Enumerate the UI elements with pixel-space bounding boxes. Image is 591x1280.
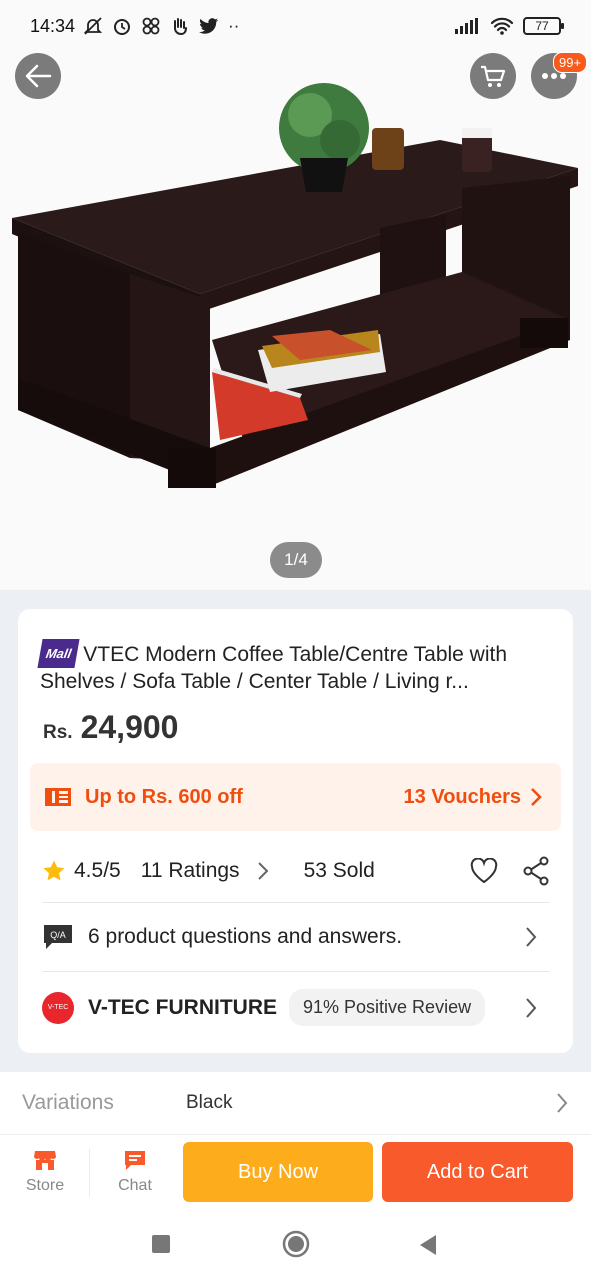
- mall-tag: Mall: [37, 639, 80, 668]
- image-page-indicator: 1/4: [270, 542, 322, 578]
- chevron-right-icon: [531, 788, 542, 806]
- back-button[interactable]: [15, 53, 61, 99]
- signal-icon: [455, 18, 478, 34]
- voucher-offer-text: Up to Rs. 600 off: [85, 785, 243, 808]
- product-image-gallery[interactable]: 99+ 1/4: [0, 0, 591, 590]
- positive-review-badge: 91% Positive Review: [289, 989, 486, 1026]
- mute-notification-icon: [83, 17, 103, 35]
- home-icon[interactable]: [282, 1230, 310, 1258]
- voucher-bar[interactable]: Up to Rs. 600 off 13 Vouchers: [30, 763, 561, 831]
- chevron-right-icon: [526, 926, 537, 947]
- chevron-right-icon: [557, 1093, 568, 1113]
- variations-value: Black: [186, 1092, 233, 1113]
- chat-icon: [125, 1151, 145, 1170]
- status-time: 14:34: [30, 15, 76, 36]
- qa-text: 6 product questions and answers.: [88, 924, 403, 948]
- product-title-text: VTEC Modern Coffee Table/Centre Table wi…: [40, 643, 508, 693]
- chevron-right-icon: [526, 997, 537, 1018]
- back-arrow-icon: [25, 64, 52, 88]
- price-currency: Rs.: [43, 722, 73, 743]
- voucher-icon: [45, 788, 71, 806]
- system-navigation-bar: [0, 1212, 591, 1280]
- ratings-count[interactable]: 11 Ratings: [141, 859, 240, 883]
- variations-row[interactable]: Variations Black: [0, 1072, 591, 1134]
- rating-row[interactable]: 4.5/5 11 Ratings 53 Sold: [42, 841, 550, 901]
- battery-icon: 77: [523, 17, 564, 35]
- product-price: Rs. 24,900: [43, 709, 178, 746]
- cart-button[interactable]: [470, 53, 516, 99]
- more-icon: [542, 73, 566, 79]
- qa-row[interactable]: Q/A 6 product questions and answers.: [42, 902, 550, 970]
- cart-icon: [481, 65, 506, 87]
- vouchers-link[interactable]: 13 Vouchers: [404, 786, 521, 809]
- store-icon: [34, 1151, 56, 1170]
- divider: [89, 1149, 90, 1197]
- product-title[interactable]: Mall VTEC Modern Coffee Table/Centre Tabl…: [37, 639, 555, 695]
- star-icon: [43, 860, 65, 881]
- qa-icon: Q/A: [44, 924, 72, 949]
- app-grid-icon: [142, 17, 160, 35]
- recent-apps-icon[interactable]: [151, 1234, 171, 1254]
- alarm-icon: [114, 19, 131, 35]
- store-tab[interactable]: Store: [10, 1149, 80, 1195]
- share-icon[interactable]: [522, 856, 550, 886]
- variations-label: Variations: [22, 1091, 114, 1114]
- status-bar: 14:34 ·· 77: [0, 0, 591, 52]
- back-nav-icon[interactable]: [418, 1234, 438, 1256]
- store-label: Store: [25, 1177, 65, 1194]
- rating-score: 4.5/5: [74, 859, 121, 882]
- hand-wave-icon: [174, 18, 188, 36]
- qa-icon-label: Q/A: [50, 930, 66, 940]
- price-value: 24,900: [80, 709, 179, 745]
- add-to-cart-button[interactable]: Add to Cart: [382, 1142, 573, 1202]
- sold-count: 53 Sold: [303, 859, 375, 882]
- notification-badge: 99+: [553, 52, 588, 73]
- wifi-icon: [490, 17, 514, 35]
- bottom-action-bar: Store Chat Buy Now Add to Cart: [0, 1134, 591, 1212]
- more-notifications-icon: ··: [228, 16, 240, 35]
- chat-tab[interactable]: Chat: [100, 1149, 170, 1195]
- chevron-right-icon: [257, 862, 268, 880]
- product-info-card: Mall VTEC Modern Coffee Table/Centre Tabl…: [18, 609, 573, 1053]
- wishlist-heart-icon[interactable]: [470, 858, 498, 884]
- twitter-icon: [199, 18, 219, 34]
- store-name: V-TEC FURNITURE: [88, 995, 277, 1019]
- seller-row[interactable]: V-TEC V-TEC FURNITURE 91% Positive Revie…: [42, 971, 550, 1043]
- buy-now-button[interactable]: Buy Now: [183, 1142, 373, 1202]
- chat-label: Chat: [118, 1177, 152, 1194]
- store-logo: V-TEC: [42, 991, 74, 1024]
